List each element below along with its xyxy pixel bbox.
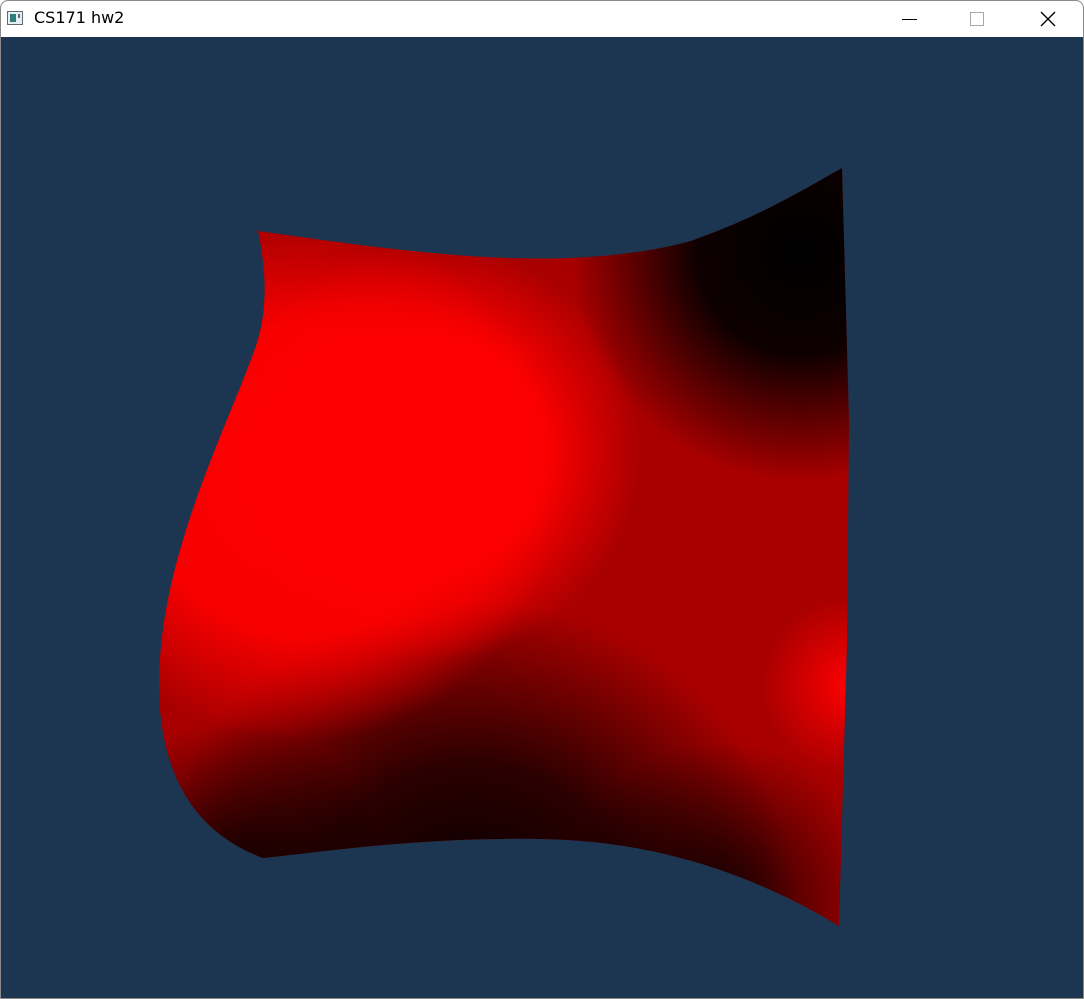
maximize-button[interactable]: [942, 1, 1010, 37]
shaded-surface: [158, 168, 850, 926]
close-icon: [1040, 11, 1056, 27]
maximize-icon: [970, 12, 984, 26]
title-bar[interactable]: CS171 hw2: [1, 1, 1083, 37]
minimize-icon: [902, 19, 917, 20]
minimize-button[interactable]: [874, 1, 942, 37]
app-window-icon[interactable]: [7, 11, 23, 25]
app-icon-mark: [18, 14, 20, 18]
app-window: CS171 hw2: [0, 0, 1084, 999]
render-viewport[interactable]: [1, 37, 1083, 998]
close-button[interactable]: [1013, 1, 1081, 37]
window-title: CS171 hw2: [34, 8, 125, 27]
app-icon-inner: [10, 14, 16, 22]
